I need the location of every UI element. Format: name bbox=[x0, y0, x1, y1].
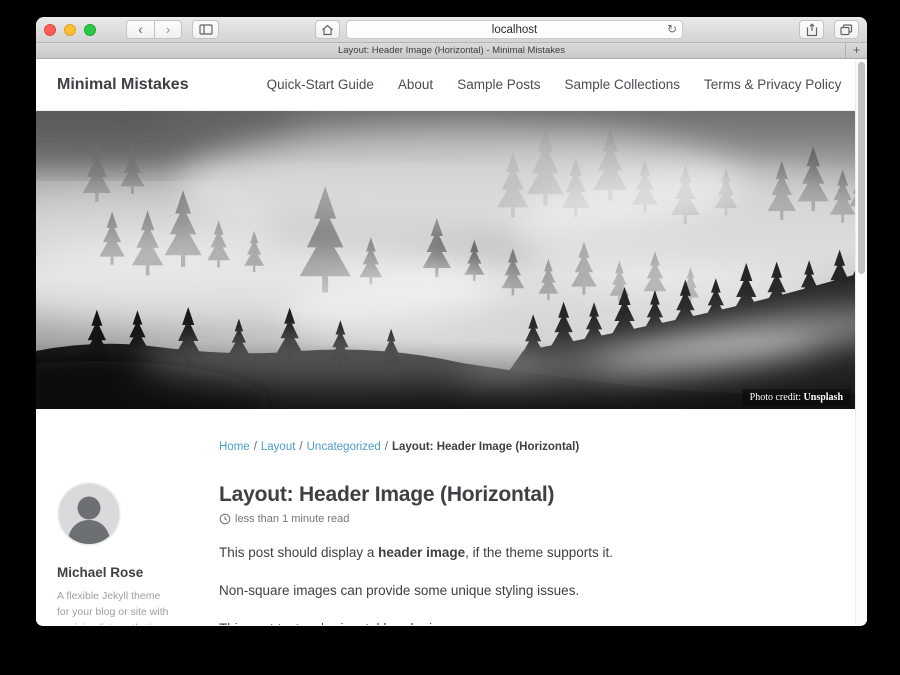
window-controls bbox=[44, 24, 96, 36]
nav-link-quick-start-guide[interactable]: Quick-Start Guide bbox=[267, 77, 374, 92]
post-paragraph: This post should display a header image,… bbox=[219, 543, 827, 563]
tabs-icon bbox=[840, 24, 853, 36]
share-button[interactable] bbox=[799, 20, 824, 39]
author-name: Michael Rose bbox=[57, 565, 219, 580]
author-bio: A flexible Jekyll theme for your blog or… bbox=[57, 588, 173, 625]
browser-toolbar: ‹ › localhost ↻ bbox=[36, 17, 867, 43]
breadcrumb-separator: / bbox=[299, 441, 302, 453]
scrollbar-thumb[interactable] bbox=[858, 62, 865, 274]
post-meta: less than 1 minute read bbox=[219, 513, 827, 525]
photo-credit-label: Photo credit: bbox=[750, 392, 804, 403]
photo-credit-link[interactable]: Unsplash bbox=[804, 392, 843, 403]
tab-overview-button[interactable] bbox=[834, 20, 859, 39]
site-title-link[interactable]: Minimal Mistakes bbox=[57, 76, 189, 94]
breadcrumb-separator: / bbox=[254, 441, 257, 453]
back-icon: ‹ bbox=[138, 22, 143, 36]
minimize-window-button[interactable] bbox=[64, 24, 76, 36]
home-button[interactable] bbox=[315, 20, 340, 39]
share-icon bbox=[806, 23, 818, 37]
paragraph-bold-text: header image bbox=[378, 545, 465, 560]
new-tab-button[interactable]: + bbox=[845, 43, 867, 58]
close-window-button[interactable] bbox=[44, 24, 56, 36]
back-button[interactable]: ‹ bbox=[126, 20, 154, 39]
zoom-window-button[interactable] bbox=[84, 24, 96, 36]
address-bar[interactable]: localhost ↻ bbox=[346, 20, 683, 39]
breadcrumb-link-home[interactable]: Home bbox=[219, 441, 250, 453]
nav-link-about[interactable]: About bbox=[398, 77, 433, 92]
page-content: Minimal Mistakes Quick-Start Guide About… bbox=[36, 59, 867, 625]
masthead-nav: Quick-Start Guide About Sample Posts Sam… bbox=[267, 77, 842, 92]
forward-button[interactable]: › bbox=[154, 20, 182, 39]
reload-icon[interactable]: ↻ bbox=[667, 22, 677, 36]
history-nav-buttons: ‹ › bbox=[126, 20, 182, 39]
nav-link-sample-collections[interactable]: Sample Collections bbox=[564, 77, 680, 92]
scrollbar-track[interactable] bbox=[855, 59, 867, 625]
masthead: Minimal Mistakes Quick-Start Guide About… bbox=[36, 59, 867, 111]
post-title: Layout: Header Image (Horizontal) bbox=[219, 482, 827, 507]
header-image: Photo credit: Unsplash bbox=[36, 111, 867, 409]
read-time: less than 1 minute read bbox=[235, 513, 349, 525]
home-icon bbox=[321, 24, 334, 36]
tab-bar: Layout: Header Image (Horizontal) - Mini… bbox=[36, 43, 867, 59]
forward-icon: › bbox=[166, 22, 171, 36]
sidebar-icon bbox=[199, 24, 213, 35]
post-paragraph: This post tests a horizontal header imag… bbox=[219, 619, 827, 625]
post-article: Layout: Header Image (Horizontal) less t… bbox=[219, 482, 867, 625]
author-sidebar: Michael Rose A flexible Jekyll theme for… bbox=[57, 482, 219, 625]
nav-link-sample-posts[interactable]: Sample Posts bbox=[457, 77, 540, 92]
post-paragraph: Non-square images can provide some uniqu… bbox=[219, 581, 827, 601]
paragraph-text: This post should display a bbox=[219, 545, 378, 560]
breadcrumb-current: Layout: Header Image (Horizontal) bbox=[392, 441, 579, 453]
breadcrumb-link-uncategorized[interactable]: Uncategorized bbox=[307, 441, 381, 453]
foggy-forest-photo bbox=[36, 111, 867, 409]
browser-window: ‹ › localhost ↻ bbox=[36, 17, 867, 626]
author-avatar bbox=[57, 482, 121, 546]
post-layout: Michael Rose A flexible Jekyll theme for… bbox=[36, 482, 867, 625]
active-tab[interactable]: Layout: Header Image (Horizontal) - Mini… bbox=[338, 45, 565, 56]
photo-credit-badge: Photo credit: Unsplash bbox=[742, 389, 851, 406]
nav-link-terms-privacy[interactable]: Terms & Privacy Policy bbox=[704, 77, 841, 92]
url-text: localhost bbox=[492, 24, 537, 36]
breadcrumb-separator: / bbox=[385, 441, 388, 453]
breadcrumb: Home/Layout/Uncategorized/Layout: Header… bbox=[219, 441, 867, 453]
paragraph-text: , if the theme supports it. bbox=[465, 545, 613, 560]
sidebar-toggle-button[interactable] bbox=[192, 20, 219, 39]
breadcrumb-link-layout[interactable]: Layout bbox=[261, 441, 296, 453]
clock-icon bbox=[219, 513, 231, 525]
